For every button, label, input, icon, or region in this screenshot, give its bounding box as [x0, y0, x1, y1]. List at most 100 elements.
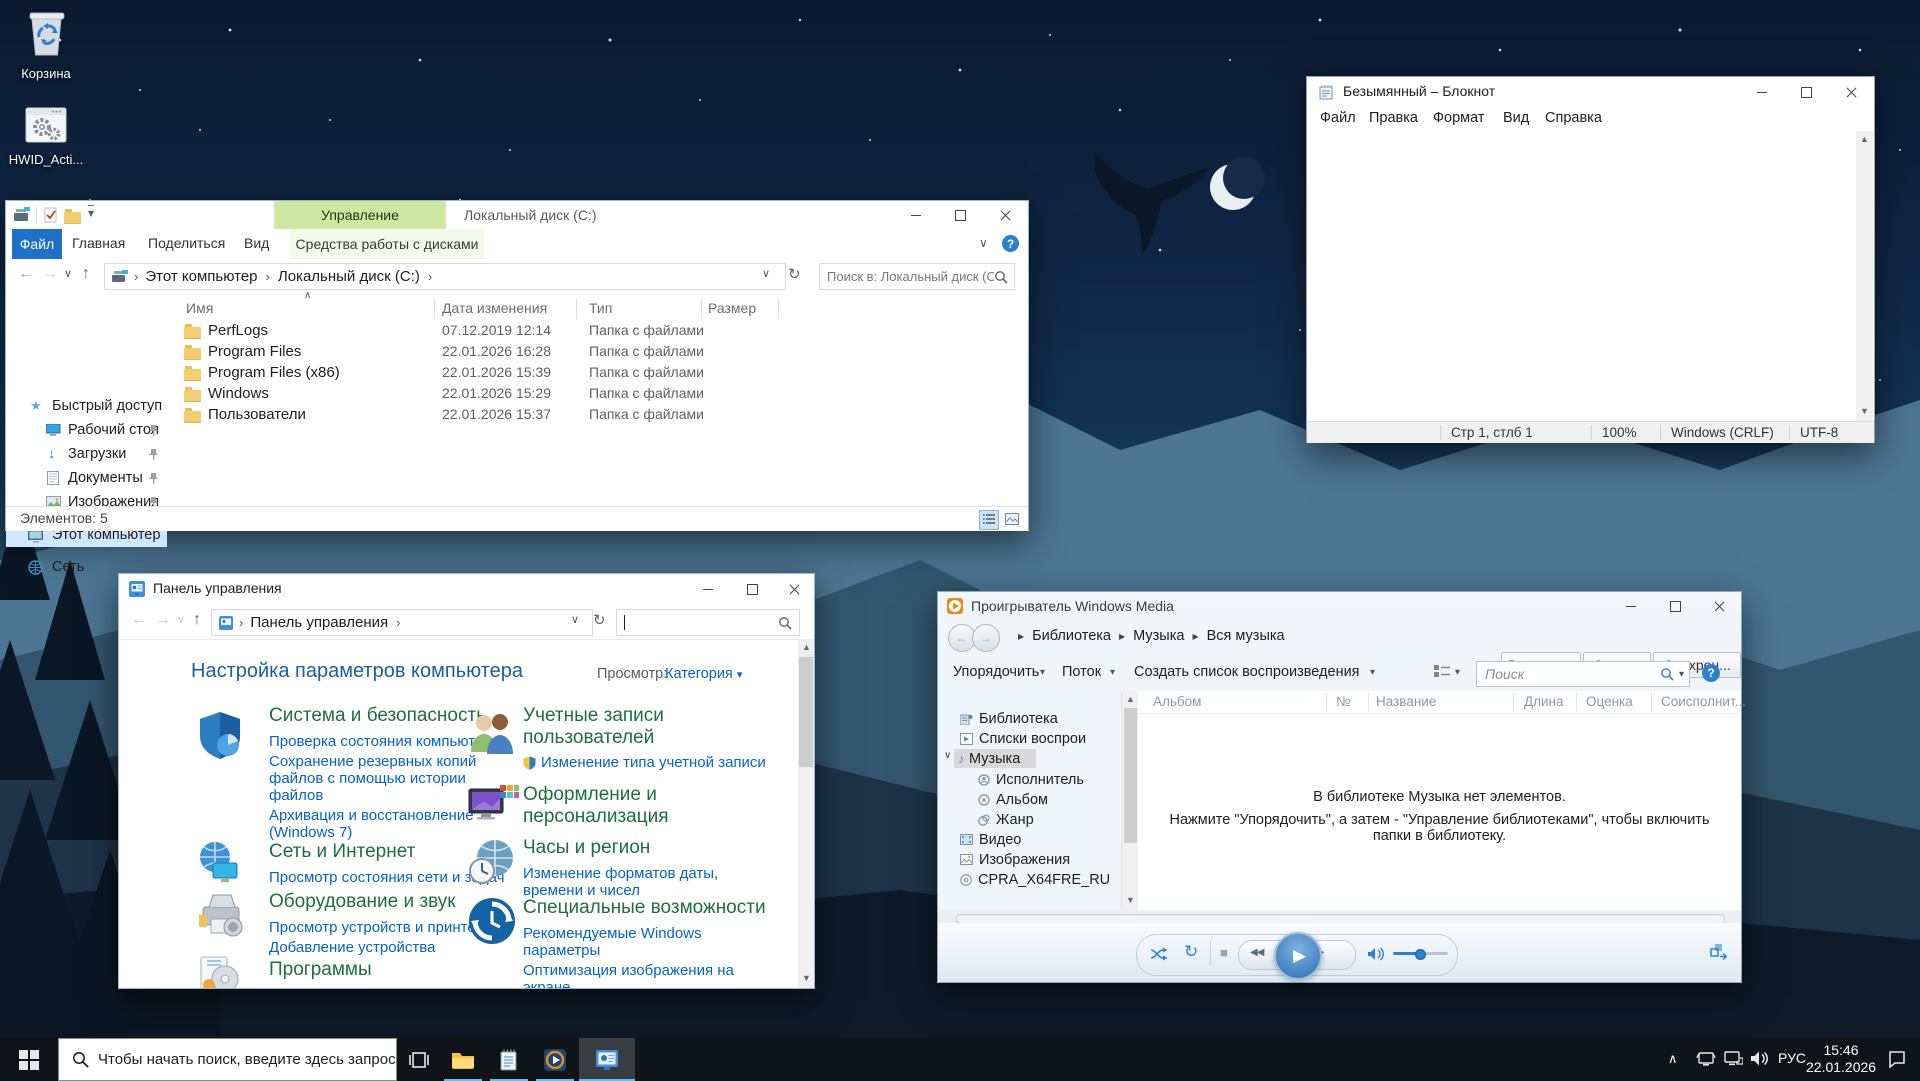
breadcrumb-library[interactable]: Библиотека	[1032, 628, 1111, 644]
task-view-button[interactable]	[397, 1038, 441, 1081]
maximize-button[interactable]	[730, 575, 775, 603]
network-tray-icon[interactable]	[1724, 1051, 1743, 1067]
help-icon[interactable]: ?	[1702, 664, 1720, 682]
desktop-icon-recycle-bin[interactable]: Корзина	[8, 6, 84, 81]
file-row[interactable]: Program Files 22.01.2026 16:28 Папка с ф…	[168, 341, 1028, 362]
column-number[interactable]: №	[1336, 694, 1350, 709]
search-caret-icon[interactable]: ▾	[1679, 669, 1684, 680]
tree-item-artist[interactable]: Исполнитель	[938, 770, 1121, 789]
notepad-scrollbar[interactable]: ▲ ▼	[1856, 131, 1873, 421]
tab-share[interactable]: Поделиться	[148, 235, 225, 252]
breadcrumb-music[interactable]: Музыка	[1133, 628, 1184, 644]
scroll-up-icon[interactable]: ▲	[802, 643, 811, 652]
tree-item-cpra-disc[interactable]: CPRA_X64FRE_RU	[938, 870, 1121, 889]
scroll-down-icon[interactable]: ▼	[802, 974, 811, 983]
view-options-icon[interactable]	[1434, 665, 1450, 680]
file-row[interactable]: Windows 22.01.2026 15:29 Папка с файлами	[168, 383, 1028, 404]
volume-knob[interactable]	[1415, 949, 1426, 960]
desktop-icon-hwid[interactable]: HWID_Acti...	[8, 104, 84, 167]
view-options-caret-icon[interactable]: ▾	[1455, 667, 1460, 678]
taskbar-app-control-panel[interactable]	[579, 1038, 635, 1081]
hardware-sound-icon[interactable]	[195, 889, 245, 939]
expander-icon[interactable]: ∨	[944, 750, 951, 761]
category-link[interactable]: Удаление программы	[269, 987, 509, 989]
column-date[interactable]: Дата изменения	[442, 300, 547, 316]
forward-icon[interactable]: →	[42, 265, 58, 283]
maximize-button[interactable]	[1653, 592, 1698, 620]
tray-clock[interactable]: 15:46 22.01.2026	[1806, 1042, 1876, 1076]
category-title[interactable]: Программы	[269, 959, 529, 981]
file-row[interactable]: Пользователи 22.01.2026 15:37 Папка с фа…	[168, 404, 1028, 425]
volume-slider[interactable]	[1393, 952, 1448, 955]
scroll-down-icon[interactable]: ▼	[1126, 896, 1135, 905]
minimize-button[interactable]	[893, 201, 938, 229]
resize-grip[interactable]	[1858, 425, 1874, 441]
recent-locations-icon[interactable]: ∨	[64, 267, 72, 280]
new-folder-qat-icon[interactable]	[64, 212, 81, 224]
thumbnails-view-button[interactable]	[1003, 510, 1021, 528]
maximize-button[interactable]	[938, 201, 983, 229]
details-view-button[interactable]	[979, 510, 999, 530]
breadcrumb-this-pc[interactable]: Этот компьютер	[145, 268, 257, 285]
ribbon-expand-icon[interactable]: ∨	[979, 236, 988, 250]
user-accounts-icon[interactable]	[467, 710, 517, 760]
back-icon[interactable]: ←	[18, 265, 34, 283]
breadcrumb-disk-c[interactable]: Локальный диск (C:)	[278, 268, 420, 285]
breadcrumb-control-panel[interactable]: Панель управления	[250, 614, 388, 631]
tray-language-indicator[interactable]: РУС	[1778, 1050, 1806, 1066]
start-button[interactable]	[0, 1038, 58, 1081]
tab-view[interactable]: Вид	[244, 235, 269, 252]
scroll-up-icon[interactable]: ▲	[1860, 135, 1869, 144]
menu-file[interactable]: Файл	[1320, 110, 1356, 126]
tree-item-playlists[interactable]: Списки воспрои	[938, 729, 1121, 748]
close-button[interactable]	[775, 575, 814, 603]
play-button[interactable]: ▶	[1274, 932, 1322, 980]
previous-icon[interactable]: ◀◀	[1250, 947, 1263, 958]
sidebar-item-quick-access[interactable]: ★ Быстрый доступ	[6, 397, 168, 417]
sidebar-item-downloads[interactable]: ↓ Загрузки	[6, 445, 168, 465]
taskbar-app-explorer[interactable]	[441, 1038, 485, 1081]
tab-file[interactable]: Файл	[12, 229, 62, 259]
category-title[interactable]: Часы и регион	[523, 837, 793, 859]
tree-item-library[interactable]: Библиотека	[938, 709, 1121, 728]
clock-region-icon[interactable]	[467, 836, 517, 886]
stop-icon[interactable]: ■	[1220, 945, 1228, 960]
close-button[interactable]	[983, 201, 1028, 229]
tray-show-hidden-icons[interactable]: ∧	[1668, 1051, 1678, 1067]
taskbar-app-notepad[interactable]	[487, 1038, 531, 1081]
sidebar-item-documents[interactable]: Документы	[6, 469, 168, 489]
qat-customize-icon[interactable]: ▾	[88, 205, 94, 220]
create-playlist-menu[interactable]: Создать список воспроизведения	[1134, 664, 1360, 680]
refresh-icon[interactable]: ↻	[788, 265, 801, 283]
tree-item-pictures[interactable]: Изображения	[938, 850, 1121, 869]
volume-tray-icon[interactable]	[1750, 1050, 1770, 1067]
file-row[interactable]: Program Files (x86) 22.01.2026 15:39 Пап…	[168, 362, 1028, 383]
breadcrumb-all-music[interactable]: Вся музыка	[1207, 628, 1285, 644]
search-box[interactable]: Поиск в: Локальный диск (C:)	[819, 263, 1015, 290]
tab-home[interactable]: Главная	[72, 235, 125, 252]
address-dropdown-icon[interactable]: ∨	[571, 613, 579, 626]
connect-display-icon[interactable]	[1696, 1050, 1716, 1068]
ease-of-access-icon[interactable]	[467, 896, 517, 946]
repeat-icon[interactable]: ↻	[1184, 942, 1198, 962]
category-title[interactable]: Оформление и персонализация	[523, 784, 793, 828]
programs-icon[interactable]	[195, 955, 245, 989]
personalization-icon[interactable]	[467, 783, 519, 831]
menu-edit[interactable]: Правка	[1369, 110, 1418, 126]
scroll-up-icon[interactable]: ▲	[1126, 695, 1135, 704]
menu-format[interactable]: Формат	[1433, 110, 1485, 126]
column-album[interactable]: Альбом	[1153, 694, 1201, 709]
wmp-sidebar-scrollbar[interactable]: ▲ ▼	[1121, 691, 1139, 910]
minimize-button[interactable]	[1739, 78, 1784, 106]
forward-button[interactable]: →	[972, 624, 1000, 652]
tree-item-music[interactable]: ♪ Музыка	[954, 749, 1036, 768]
search-box[interactable]	[616, 609, 800, 636]
tree-item-genre[interactable]: Жанр	[938, 810, 1121, 829]
close-button[interactable]	[1698, 592, 1741, 620]
scrollbar-thumb[interactable]	[1124, 708, 1137, 843]
shuffle-icon[interactable]	[1150, 947, 1170, 961]
address-bar[interactable]: › Панель управления ›	[211, 609, 593, 636]
stream-menu[interactable]: Поток	[1062, 664, 1101, 680]
scroll-down-icon[interactable]: ▼	[1860, 407, 1869, 416]
scrollbar-thumb[interactable]	[799, 657, 813, 767]
